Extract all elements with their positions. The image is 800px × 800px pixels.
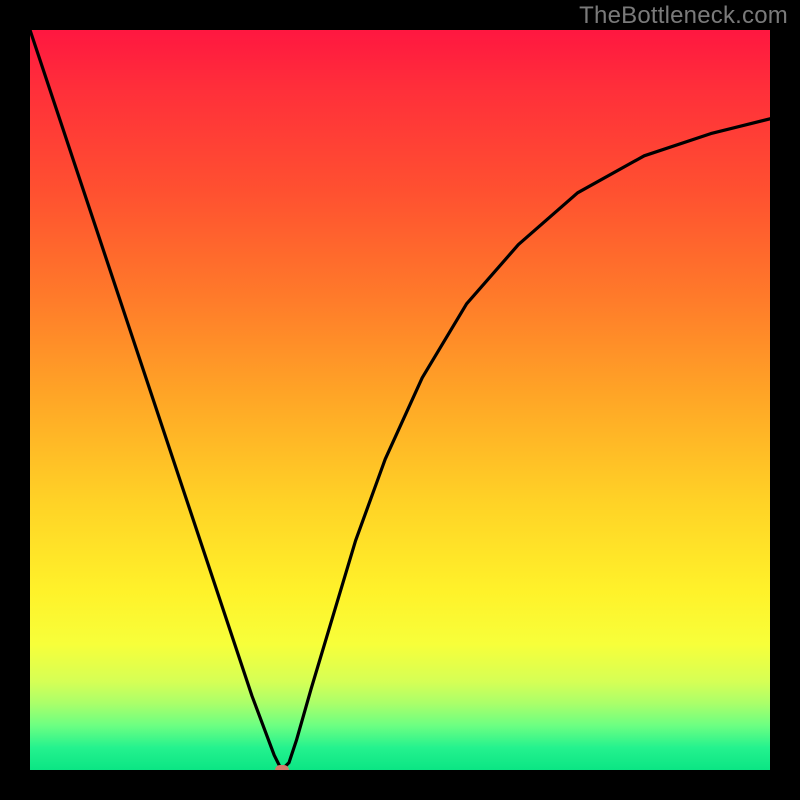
attribution-label: TheBottleneck.com — [579, 2, 788, 30]
plot-area — [30, 30, 770, 770]
chart-frame: TheBottleneck.com — [0, 0, 800, 800]
minimum-marker — [275, 765, 289, 770]
bottleneck-curve — [30, 30, 770, 770]
